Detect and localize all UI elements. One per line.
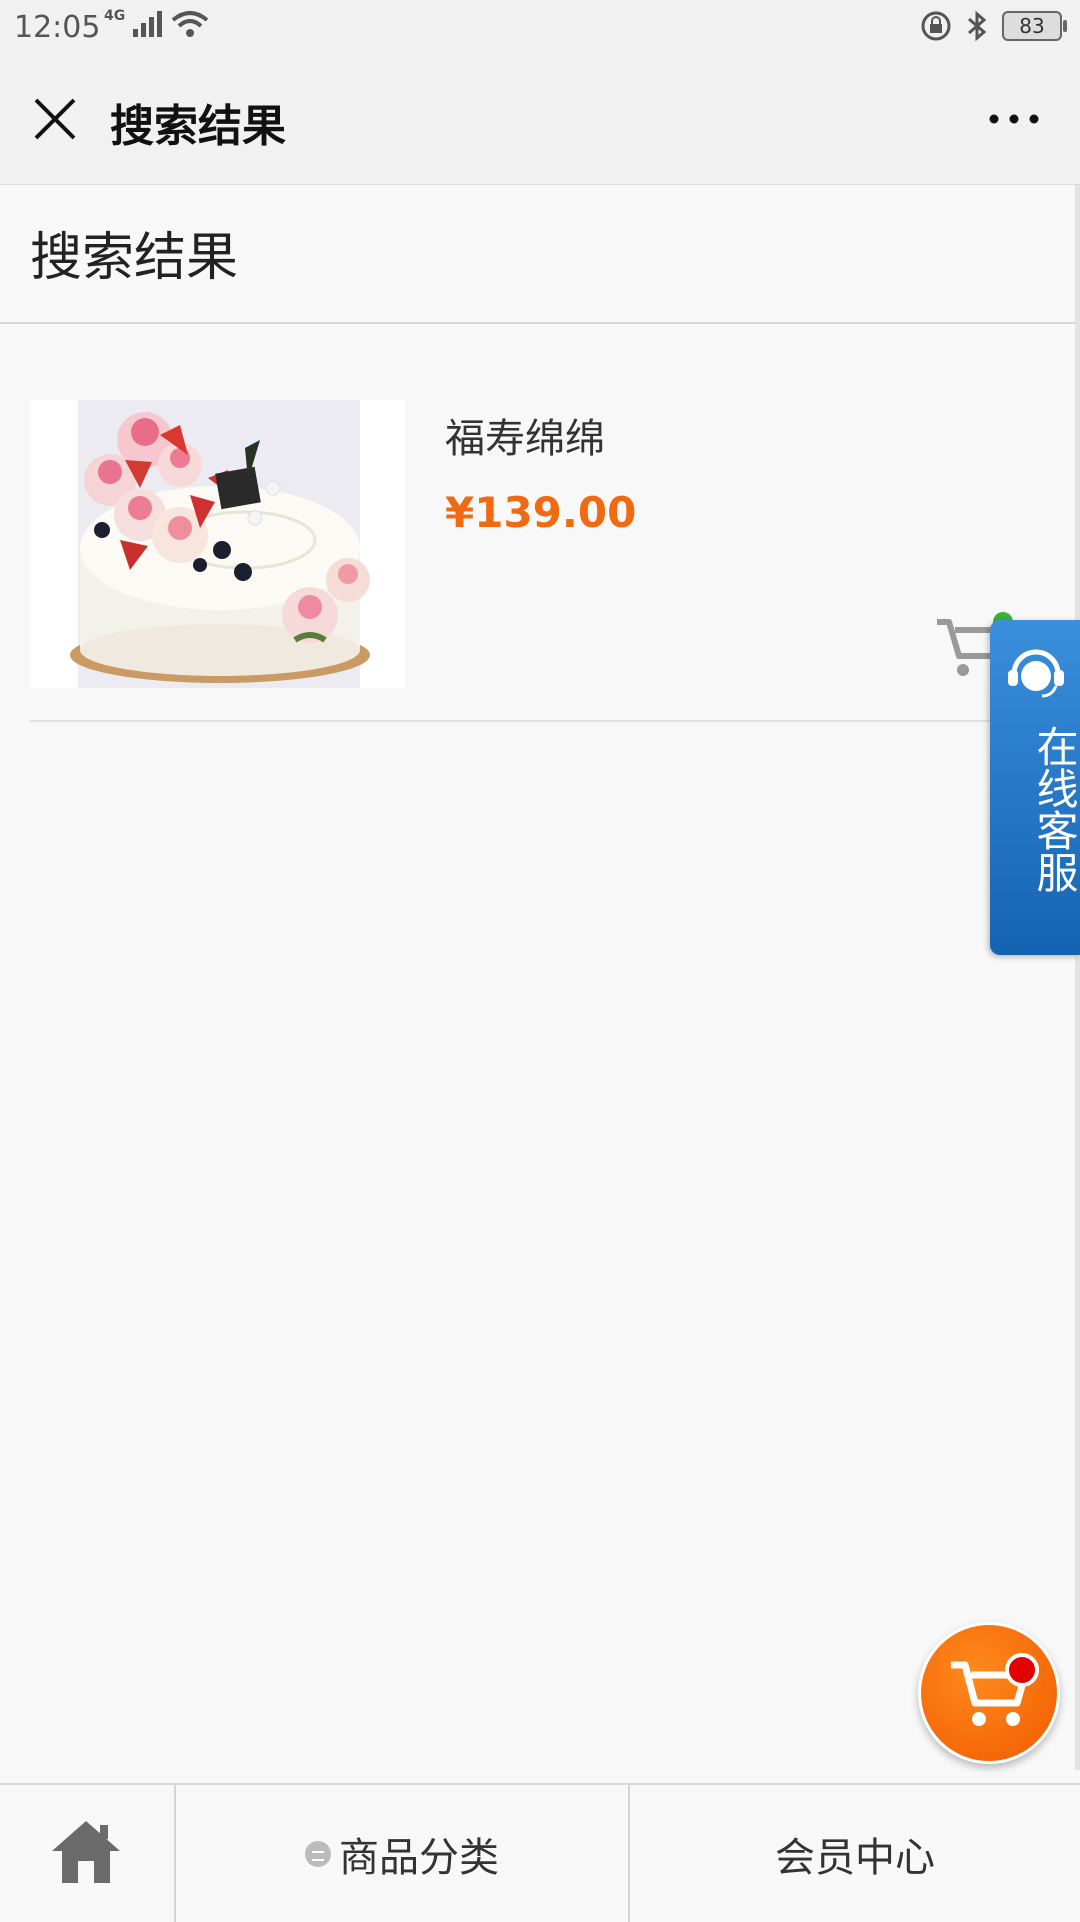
- product-item[interactable]: 福寿绵绵 ¥139.00: [30, 400, 1050, 722]
- floating-cart-button[interactable]: [918, 1622, 1060, 1764]
- product-image[interactable]: [30, 400, 405, 688]
- status-right-icons: 83: [920, 10, 1067, 42]
- scrollbar[interactable]: [1075, 185, 1080, 1770]
- cake-image: [70, 400, 370, 688]
- status-time: 12:05: [14, 10, 101, 45]
- online-service-tab[interactable]: 在线客服: [990, 620, 1080, 955]
- title-bar: 搜索结果: [0, 54, 1080, 185]
- signal-icon: [133, 11, 163, 37]
- product-price: ¥139.00: [445, 488, 637, 537]
- bottom-nav: 商品分类 会员中心: [0, 1783, 1080, 1922]
- nav-member-label: 会员中心: [775, 1834, 935, 1881]
- product-name[interactable]: 福寿绵绵: [445, 406, 605, 464]
- page-header: 搜索结果: [0, 185, 1075, 324]
- page-title: 搜索结果: [30, 228, 239, 288]
- category-icon: [305, 1840, 331, 1867]
- nav-member-center[interactable]: 会员中心: [630, 1785, 1080, 1922]
- headset-icon: [1008, 649, 1064, 698]
- lock-rotation-icon: [921, 11, 951, 41]
- bluetooth-icon: [968, 10, 987, 42]
- window-title: 搜索结果: [110, 101, 286, 152]
- cart-badge: [1005, 1653, 1039, 1687]
- nav-category[interactable]: 商品分类: [176, 1785, 630, 1922]
- home-icon: [52, 1821, 120, 1883]
- close-icon[interactable]: [30, 94, 80, 144]
- status-bar: 12:05 4G 83: [0, 0, 1080, 54]
- wifi-icon: [171, 11, 209, 37]
- battery-icon: 83: [1002, 11, 1067, 41]
- status-left-icons: 4G: [104, 8, 209, 38]
- online-service-label: 在线客服: [1030, 725, 1079, 893]
- nav-home[interactable]: [0, 1785, 176, 1922]
- nav-category-label: 商品分类: [339, 1834, 499, 1881]
- more-icon[interactable]: [984, 94, 1044, 144]
- network-label: 4G: [104, 8, 126, 24]
